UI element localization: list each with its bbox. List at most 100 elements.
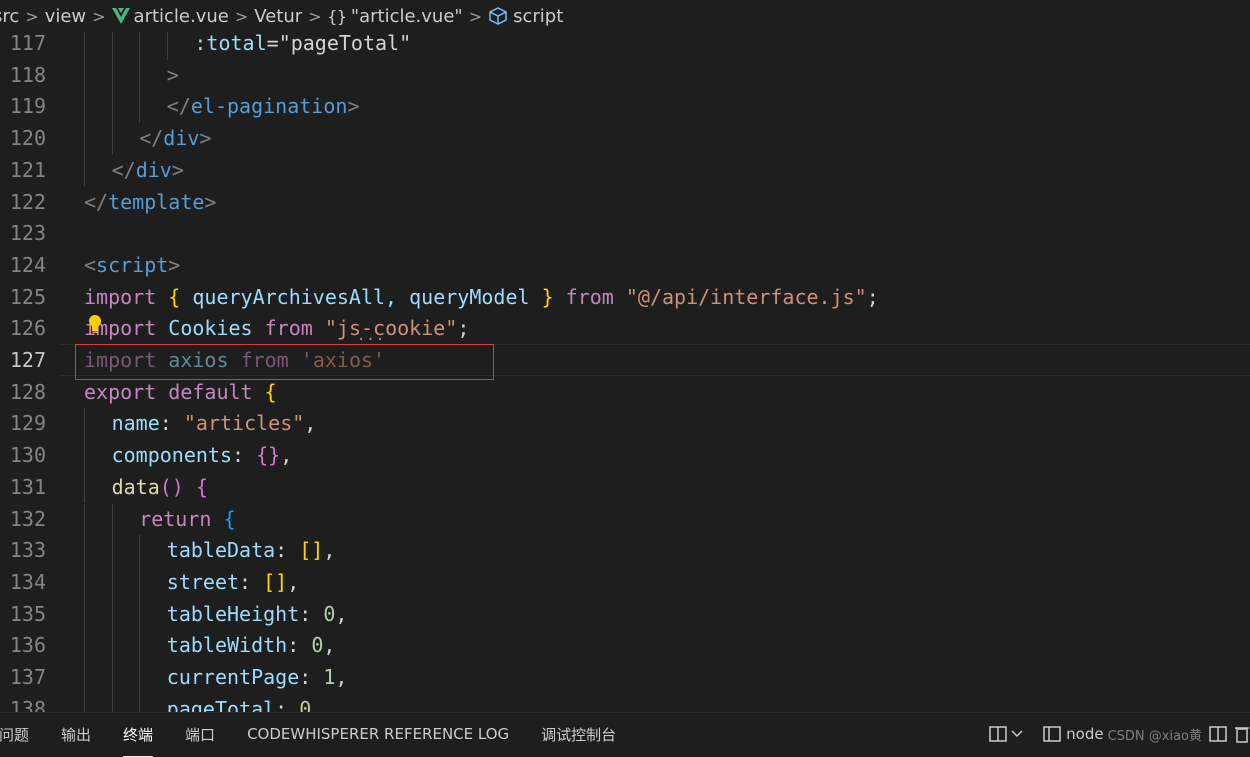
code-token: , — [323, 538, 336, 563]
code-token: , — [323, 633, 336, 658]
breadcrumb-src[interactable]: src — [0, 6, 19, 27]
code-line[interactable]: 120 </div> — [0, 123, 1250, 155]
code-content: tableData: [], — [167, 535, 336, 567]
code-token: tableData — [166, 538, 276, 563]
line-number: 136 — [9, 633, 46, 658]
code-token: components — [111, 443, 233, 468]
code-line[interactable]: 132 return { — [0, 503, 1250, 536]
tab-terminal[interactable]: 终端 — [123, 718, 154, 757]
code-token: "js-cookie" — [324, 316, 458, 341]
indent-guide — [139, 59, 141, 92]
code-token: "pageTotal" — [278, 32, 412, 55]
code-line[interactable]: 126 import Cookies from "js-cookie"; — [0, 313, 1250, 345]
code-line[interactable]: 131 data() { — [0, 471, 1250, 504]
breadcrumb-object[interactable]: {} "article.vue" — [328, 6, 463, 27]
code-line[interactable]: 123 — [0, 218, 1250, 250]
code-line[interactable]: 121 </div> — [0, 154, 1250, 187]
tab-ports[interactable]: 端口 — [185, 718, 215, 751]
code-line[interactable]: 128 export default { — [0, 377, 1250, 409]
code-token: street — [166, 569, 240, 594]
indent-guide — [84, 123, 85, 155]
code-line[interactable]: 129 name: "articles", — [0, 408, 1250, 441]
breadcrumb-script[interactable]: script — [488, 6, 563, 27]
braces-icon: {} — [327, 6, 347, 26]
code-line[interactable]: 125 import { queryArchivesAll, queryModel… — [0, 282, 1250, 314]
terminal-name[interactable]: node — [1066, 725, 1103, 743]
tab-codewhisperer-log[interactable]: CODEWHISPERER REFERENCE LOG — [247, 719, 509, 749]
code-token: pageTotal — [166, 696, 276, 712]
code-token: > — [347, 94, 360, 119]
tab-output[interactable]: 输出 — [61, 718, 91, 751]
line-number: 132 — [9, 506, 46, 531]
code-content: </template> — [84, 187, 216, 219]
line-number: 118 — [9, 62, 46, 87]
breadcrumb-vetur[interactable]: Vetur — [254, 6, 302, 27]
indent-guide — [84, 59, 85, 92]
trash-icon[interactable] — [1234, 724, 1250, 744]
code-content: export default { — [84, 377, 277, 409]
code-line[interactable]: 124 <script> — [0, 250, 1250, 282]
hover-ellipsis: ... — [357, 328, 386, 344]
breadcrumb-separator: > — [234, 6, 249, 26]
split-terminal-icon[interactable] — [1208, 724, 1228, 744]
panel-layout-icon[interactable] — [1042, 724, 1062, 744]
code-content: tableWidth: 0, — [167, 630, 336, 662]
breadcrumb-label: "article.vue" — [350, 5, 463, 27]
breadcrumb-label: view — [44, 5, 87, 27]
breadcrumb-separator: > — [468, 6, 483, 26]
tab-debug-console[interactable]: 调试控制台 — [541, 718, 616, 751]
code-line[interactable]: 118 > — [0, 59, 1250, 92]
code-editor[interactable]: 117:total="pageTotal" 118 >119 </el-paginat… — [0, 32, 1250, 712]
code-token: , — [335, 601, 348, 626]
indent-guide — [84, 503, 85, 536]
code-token: default — [168, 379, 253, 404]
code-content: </el-pagination> — [167, 91, 360, 123]
code-line[interactable]: 133 tableData: [], — [0, 535, 1250, 567]
code-token: : — [159, 411, 184, 436]
indent-guide — [111, 598, 113, 631]
code-token: ; — [457, 316, 470, 341]
line-number: 123 — [9, 221, 46, 246]
indent-guide — [139, 662, 141, 694]
cube-icon — [489, 7, 507, 25]
tab-problems[interactable]: 问题 — [0, 718, 29, 751]
indent-guide — [111, 91, 113, 124]
code-token: "@/api/interface.js" — [625, 284, 867, 309]
code-token: name — [111, 411, 160, 436]
breadcrumb-file[interactable]: article.vue — [111, 6, 229, 27]
line-number: 130 — [9, 443, 46, 468]
code-line[interactable]: 135 tableHeight: 0, — [0, 598, 1250, 631]
code-token: "articles" — [183, 411, 305, 436]
code-line[interactable]: 137 currentPage: 1, — [0, 662, 1250, 694]
code-content: data() { — [112, 472, 208, 504]
code-token: Cookies — [168, 316, 253, 341]
code-token: import — [84, 284, 157, 309]
code-line[interactable]: 119 </el-pagination> — [0, 91, 1250, 124]
line-number: 128 — [9, 379, 46, 404]
indent-guide — [84, 154, 85, 187]
indent-guide — [84, 630, 85, 662]
code-token: from — [565, 284, 614, 309]
code-line[interactable]: 134 street: [], — [0, 566, 1250, 599]
split-panel-icon[interactable] — [988, 724, 1008, 744]
indent-guide — [84, 91, 85, 124]
code-content: tableHeight: 0, — [167, 599, 348, 631]
code-line[interactable]: 136 tableWidth: 0, — [0, 630, 1250, 662]
chevron-down-icon[interactable] — [1010, 727, 1024, 741]
line-number: 129 — [9, 411, 46, 436]
code-token: export — [84, 379, 157, 404]
breadcrumb-view[interactable]: view — [45, 6, 86, 27]
line-number: 138 — [9, 696, 46, 712]
code-line[interactable]: 122 </template> — [0, 187, 1250, 219]
indent-guide — [111, 693, 113, 712]
line-number: 124 — [9, 252, 46, 277]
lightbulb-icon[interactable] — [88, 314, 102, 334]
indent-guide — [111, 535, 113, 567]
code-line[interactable]: 138 pageTotal: 0 — [0, 693, 1250, 712]
code-line[interactable]: 130 components: {}, — [0, 440, 1250, 472]
code-line[interactable]: 117:total="pageTotal" — [0, 32, 1250, 60]
code-content: import { queryArchivesAll, queryModel } … — [84, 282, 879, 314]
